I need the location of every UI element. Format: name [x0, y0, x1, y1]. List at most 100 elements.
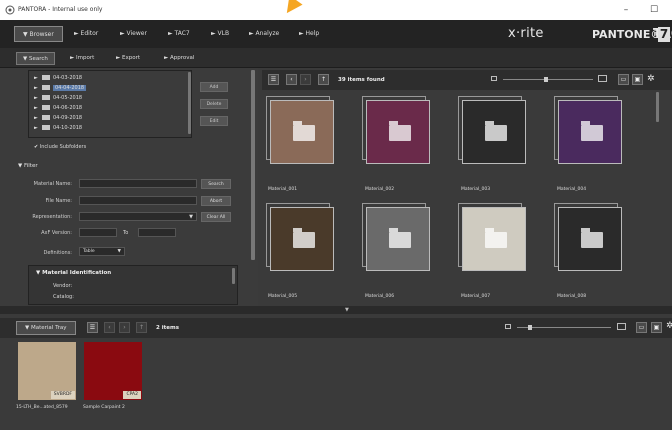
menu-help[interactable]: ► Help [299, 26, 319, 42]
tray-single-view-icon[interactable]: ▣ [651, 322, 662, 333]
cpa2-badge: CPA2 [123, 391, 141, 399]
representation-select[interactable]: ▼ [79, 212, 197, 221]
filter-section-header[interactable]: ▼ Filter [18, 163, 38, 169]
folder-icon [42, 125, 50, 130]
representation-label: Representation: [32, 214, 72, 220]
definitions-label: Definitions: [43, 250, 72, 256]
folder-icon [485, 121, 507, 141]
folder-icon [389, 121, 411, 141]
folder-item[interactable]: ► 04-05-2018 [34, 93, 82, 103]
menu-browser[interactable]: ▼ Browser [14, 26, 63, 42]
material-name-input[interactable] [79, 179, 197, 188]
menu-vlb[interactable]: ► VLB [211, 26, 229, 42]
material-tile[interactable] [362, 96, 432, 166]
folder-icon [42, 115, 50, 120]
material-name: Material_003 [461, 187, 491, 192]
panel-splitter[interactable]: ▼ [0, 306, 672, 314]
grid-scrollbar[interactable] [656, 92, 659, 122]
tray-image-view-icon[interactable]: ▭ [636, 322, 647, 333]
submenu-import[interactable]: ► Import [70, 52, 94, 65]
material-name: Material_002 [365, 187, 395, 192]
material-name: Material_001 [268, 187, 298, 192]
folder-icon [485, 228, 507, 248]
submenu-export[interactable]: ► Export [116, 52, 140, 65]
folder-icon [42, 75, 50, 80]
forward-arrow-icon[interactable]: › [300, 74, 311, 85]
pantone-logo: PANTONE® [592, 28, 662, 41]
small-thumb-icon [491, 76, 497, 81]
tray-large-thumb-icon [617, 323, 626, 330]
folder-icon [293, 121, 315, 141]
tray-toolbar [0, 318, 672, 338]
tray-slider-handle[interactable] [528, 325, 532, 330]
material-tile[interactable] [458, 96, 528, 166]
maximize-button[interactable]: ☐ [646, 3, 662, 17]
up-arrow-icon[interactable]: ↑ [318, 74, 329, 85]
include-subfolders-checkbox[interactable]: ✔ Include Subfolders [34, 144, 86, 150]
tray-swatch[interactable]: CPA2 [84, 342, 142, 400]
title-bar: PANTORA - Internal use only – ☐ [0, 0, 672, 20]
folder-icon [389, 228, 411, 248]
settings-icon[interactable]: ✲ [647, 74, 655, 84]
folder-item[interactable]: ► 04-04-2018 [34, 83, 87, 93]
axf-version-label: AxF Version: [41, 230, 72, 236]
tray-list-icon[interactable]: ☰ [87, 322, 98, 333]
edit-folder-button[interactable]: Edit [200, 116, 228, 126]
folder-item[interactable]: ► 04-03-2018 [34, 73, 82, 83]
xrite-logo: x·rite [508, 26, 544, 41]
vendor-label: Vendor: [53, 283, 73, 289]
material-tile[interactable] [266, 203, 336, 273]
material-tile[interactable] [266, 96, 336, 166]
menu-viewer[interactable]: ► Viewer [120, 26, 147, 42]
axf-to-label: To [123, 230, 129, 236]
folder-tree-scrollbar[interactable] [188, 72, 191, 134]
material-tile[interactable] [554, 96, 624, 166]
single-view-icon[interactable]: ▣ [632, 74, 643, 85]
submenu-approval[interactable]: ► Approval [164, 52, 194, 65]
list-menu-icon[interactable]: ☰ [268, 74, 279, 85]
submenu-search[interactable]: ▼ Search [16, 52, 55, 65]
matid-scrollbar[interactable] [232, 268, 235, 284]
minimize-button[interactable]: – [618, 3, 634, 17]
slider-handle[interactable] [544, 77, 548, 82]
menu-editor[interactable]: ► Editor [74, 26, 98, 42]
folder-item[interactable]: ► 04-10-2018 [34, 123, 82, 133]
material-tile[interactable] [362, 203, 432, 273]
material-name: Material_008 [557, 294, 587, 299]
tray-item-count: 2 items [156, 325, 179, 331]
material-tile[interactable] [458, 203, 528, 273]
file-name-input[interactable] [79, 196, 197, 205]
catalog-label: Catalog: [53, 294, 74, 300]
axf-version-to-input[interactable] [138, 228, 176, 237]
material-identification-header[interactable]: ▼ Material Identification [36, 270, 111, 276]
material-tray-toggle[interactable]: ▼ Material Tray [16, 321, 76, 335]
sub-menu-bar [0, 48, 672, 68]
tray-settings-icon[interactable]: ✲ [666, 321, 672, 331]
clear-all-button[interactable]: Clear All [201, 212, 231, 222]
material-name: Material_004 [557, 187, 587, 192]
search-button[interactable]: Search [201, 179, 231, 189]
menu-analyze[interactable]: ► Analyze [249, 26, 279, 42]
left-panel-scrollbar[interactable] [251, 70, 255, 260]
delete-folder-button[interactable]: Delete [200, 99, 228, 109]
app-logo-icon [5, 5, 15, 15]
back-arrow-icon[interactable]: ‹ [286, 74, 297, 85]
thumbnail-size-slider[interactable] [503, 79, 593, 80]
tray-forward-icon[interactable]: › [119, 322, 130, 333]
folder-icon [42, 95, 50, 100]
tray-up-icon[interactable]: ↑ [136, 322, 147, 333]
definitions-select[interactable]: Table ▼ [79, 247, 125, 256]
folder-item[interactable]: ► 04-09-2018 [34, 113, 82, 123]
splitter-arrow-icon: ▼ [345, 307, 349, 313]
axf-version-from-input[interactable] [79, 228, 117, 237]
material-tile[interactable] [554, 203, 624, 273]
add-folder-button[interactable]: Add [200, 82, 228, 92]
tray-swatch[interactable]: SVBRDF [18, 342, 76, 400]
image-view-icon[interactable]: ▭ [618, 74, 629, 85]
menu-tac7[interactable]: ► TAC7 [168, 26, 190, 42]
tray-small-thumb-icon [505, 324, 511, 329]
folder-item[interactable]: ► 04-06-2018 [34, 103, 82, 113]
abort-button[interactable]: Abort [201, 196, 231, 206]
tray-back-icon[interactable]: ‹ [104, 322, 115, 333]
tac7-badge: 7 [658, 27, 670, 42]
